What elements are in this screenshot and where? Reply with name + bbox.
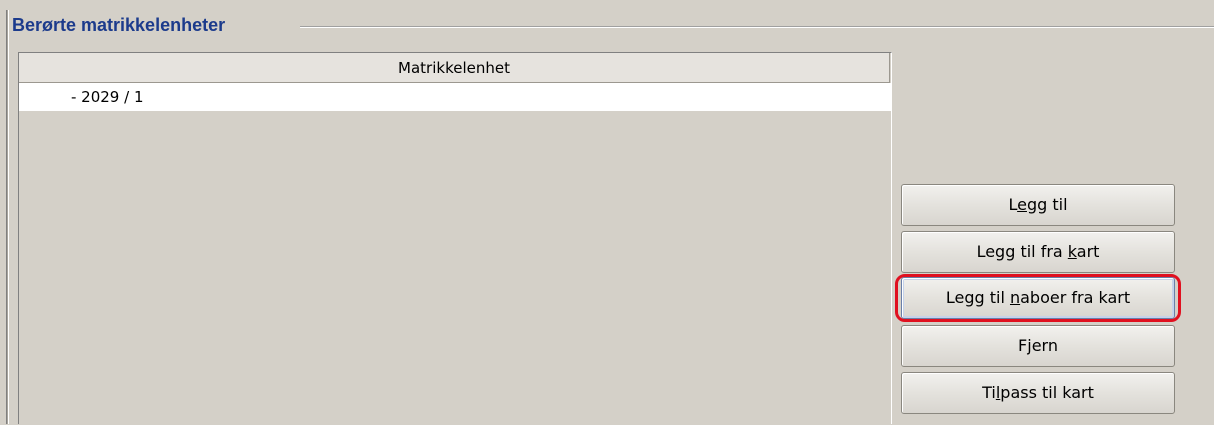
fjern-button[interactable]: Fjern xyxy=(901,325,1175,367)
tilpass-til-kart-button[interactable]: Tilpass til kart xyxy=(901,372,1175,414)
matrikkel-panel: Berørte matrikkelenheter Matrikkelenhet … xyxy=(0,0,1214,425)
panel-left-border xyxy=(6,10,9,424)
groupbox-title: Berørte matrikkelenheter xyxy=(12,14,230,36)
column-header-matrikkelenhet[interactable]: Matrikkelenhet xyxy=(19,53,890,83)
legg-til-fra-kart-button[interactable]: Legg til fra kart xyxy=(901,231,1175,273)
table-empty-area xyxy=(19,111,891,425)
legg-til-button[interactable]: Legg til xyxy=(901,184,1175,226)
legg-til-naboer-fra-kart-button[interactable]: Legg til naboer fra kart xyxy=(901,277,1175,319)
matrikkelenhet-table: Matrikkelenhet - 2029 / 1 xyxy=(18,52,892,425)
table-row[interactable]: - 2029 / 1 xyxy=(19,83,891,111)
groupbox-divider xyxy=(300,26,1214,28)
